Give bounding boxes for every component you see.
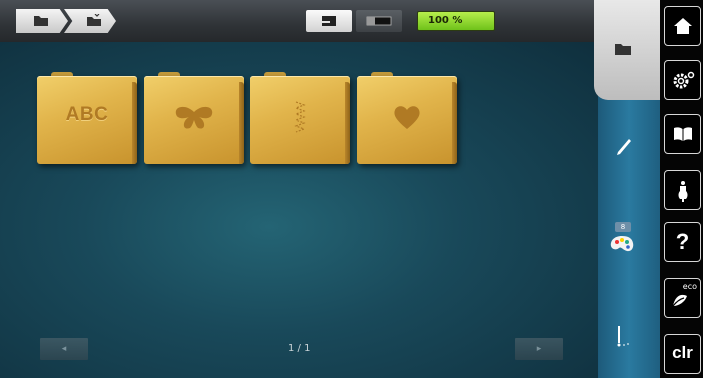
folder-alphabets[interactable]: ABC <box>37 72 137 164</box>
stitch-sample-icon <box>294 101 306 133</box>
folder-embroidery-designs[interactable] <box>144 72 244 164</box>
color-count-badge: 8 <box>615 222 631 232</box>
creative-consultant-icon <box>678 181 688 202</box>
breadcrumb-home-folder[interactable] <box>16 9 68 33</box>
folder-icon <box>34 16 48 26</box>
side-panel-edit-tab[interactable] <box>614 134 634 160</box>
heart-icon <box>394 106 420 129</box>
side-panel-folder-tab[interactable] <box>594 0 660 100</box>
folder-label-abc: ABC <box>65 104 109 125</box>
home-button[interactable] <box>664 6 701 46</box>
setup-button[interactable] <box>664 60 701 100</box>
design-folder-area: ABC ◂ 1 / 1 ▸ <box>0 42 598 378</box>
top-bar: 100 % <box>0 0 660 42</box>
page-indicator: 1 / 1 <box>288 343 311 354</box>
folder-my-designs[interactable] <box>357 72 457 164</box>
sewing-mode-button[interactable] <box>306 10 352 32</box>
settings-icon <box>673 71 695 89</box>
color-palette-icon <box>610 236 634 252</box>
eco-button[interactable]: eco <box>664 278 701 318</box>
eco-label: eco <box>682 282 697 291</box>
next-page-button[interactable]: ▸ <box>515 338 563 360</box>
needle-icon <box>617 326 629 347</box>
folder-stitch-patterns[interactable] <box>250 72 350 164</box>
folder-open-icon <box>87 14 101 26</box>
embroidery-mode-button[interactable] <box>356 10 402 32</box>
progress-indicator: 100 % <box>417 11 495 31</box>
tutorial-button[interactable] <box>664 114 701 154</box>
creative-consultant-button[interactable] <box>664 170 701 210</box>
embroidery-module-icon <box>366 16 392 26</box>
pencil-icon <box>617 139 631 155</box>
system-button-column: ? eco clr <box>660 0 703 378</box>
home-icon <box>674 18 692 34</box>
clear-button[interactable]: clr <box>664 334 701 374</box>
sewing-machine-icon <box>322 16 336 26</box>
side-panel-stitch-tab[interactable] <box>614 325 634 353</box>
folder-icon <box>615 44 631 55</box>
breadcrumb-open-folder[interactable] <box>64 9 116 33</box>
tutorial-book-icon <box>674 127 692 141</box>
previous-page-button[interactable]: ◂ <box>40 338 88 360</box>
help-button[interactable]: ? <box>664 222 701 262</box>
butterfly-icon <box>175 106 213 129</box>
